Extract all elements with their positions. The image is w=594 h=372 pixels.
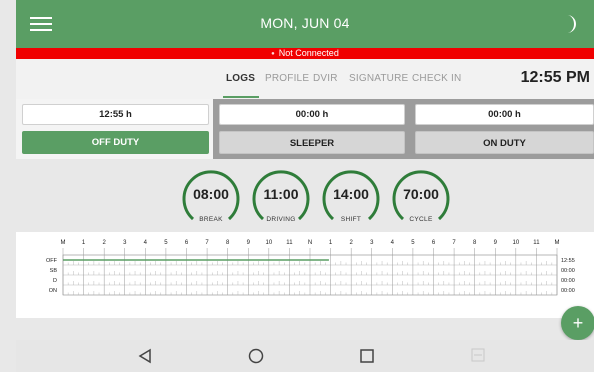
tab-dvir[interactable]: DVIR bbox=[313, 73, 338, 84]
hour-label: 8 bbox=[226, 240, 230, 246]
hours-gauges: 08:00 BREAK 11:00 DRIVING 14:00 SHIFT 70… bbox=[16, 159, 594, 232]
tab-profile[interactable]: PROFILE bbox=[265, 73, 309, 84]
connection-status-text: Not Connected bbox=[278, 48, 339, 58]
tab-logs[interactable]: LOGS bbox=[226, 73, 255, 84]
hour-label: 3 bbox=[370, 240, 374, 246]
break-gauge: 08:00 BREAK bbox=[179, 165, 243, 229]
hour-label: 2 bbox=[349, 240, 353, 246]
current-time: 12:55 PM bbox=[520, 69, 590, 86]
row-total: 00:00 bbox=[561, 278, 575, 284]
hour-label: 4 bbox=[144, 240, 148, 246]
hour-label: 1 bbox=[82, 240, 86, 246]
app-bar: MON, JUN 04 bbox=[16, 0, 594, 48]
log-graph: M 1 2 3 4 5 6 7 8 9 10 11 N 1 2 3 4 5 6 7 8 9 10 11 M OFF 12:55 SB 0… bbox=[16, 232, 594, 318]
date-title[interactable]: MON, JUN 04 bbox=[16, 15, 594, 31]
hour-label: 4 bbox=[391, 240, 395, 246]
hour-label: 2 bbox=[102, 240, 106, 246]
hour-label: N bbox=[308, 240, 312, 246]
add-button[interactable]: + bbox=[561, 306, 594, 340]
recents-icon[interactable] bbox=[359, 348, 375, 369]
hour-label: 9 bbox=[494, 240, 498, 246]
cycle-gauge: 70:00 CYCLE bbox=[389, 165, 453, 229]
row-total: 00:00 bbox=[561, 268, 575, 274]
back-icon[interactable] bbox=[138, 348, 152, 369]
sleeper-hours: 00:00 h bbox=[219, 104, 405, 125]
shift-gauge: 14:00 SHIFT bbox=[319, 165, 383, 229]
hour-label: 5 bbox=[411, 240, 415, 246]
row-total: 00:00 bbox=[561, 288, 575, 294]
on-duty-button[interactable]: ON DUTY bbox=[415, 131, 594, 154]
hour-label: 3 bbox=[123, 240, 127, 246]
hour-label: 11 bbox=[533, 240, 540, 246]
off-duty-panel: 12:55 h OFF DUTY bbox=[16, 99, 213, 159]
hour-label: 1 bbox=[329, 240, 333, 246]
hour-label: 7 bbox=[452, 240, 456, 246]
log-graph-svg: M 1 2 3 4 5 6 7 8 9 10 11 N 1 2 3 4 5 6 7 8 9 10 11 M OFF 12:55 SB 0… bbox=[46, 240, 575, 296]
connection-status: ● Not Connected bbox=[16, 48, 594, 59]
moon-icon[interactable] bbox=[560, 13, 580, 35]
off-duty-hours: 12:55 h bbox=[22, 104, 209, 125]
hour-label: 7 bbox=[205, 240, 209, 246]
gauge-label: SHIFT bbox=[340, 216, 362, 223]
system-nav-bar bbox=[16, 340, 594, 372]
row-label: SB bbox=[50, 268, 58, 274]
hour-label: 9 bbox=[247, 240, 251, 246]
hour-label: 6 bbox=[185, 240, 189, 246]
driving-gauge: 11:00 DRIVING bbox=[249, 165, 313, 229]
hour-label: 11 bbox=[286, 240, 293, 246]
keyboard-icon[interactable] bbox=[471, 348, 485, 367]
hour-label: 5 bbox=[164, 240, 168, 246]
home-icon[interactable] bbox=[248, 348, 264, 369]
hour-label: 6 bbox=[432, 240, 436, 246]
status-dot-icon: ● bbox=[271, 51, 275, 57]
gauge-value: 70:00 bbox=[403, 186, 439, 202]
gauge-value: 08:00 bbox=[193, 186, 229, 202]
hour-label: 10 bbox=[512, 240, 519, 246]
hour-label: M bbox=[61, 240, 66, 246]
gauge-value: 11:00 bbox=[263, 186, 299, 202]
hour-label: 10 bbox=[265, 240, 272, 246]
row-label: OFF bbox=[46, 258, 58, 264]
off-duty-button[interactable]: OFF DUTY bbox=[22, 131, 209, 154]
sleeper-button[interactable]: SLEEPER bbox=[219, 131, 405, 154]
gauge-label: BREAK bbox=[199, 216, 223, 223]
hour-label: 8 bbox=[473, 240, 477, 246]
row-total: 12:55 bbox=[561, 258, 575, 264]
hour-label: M bbox=[555, 240, 560, 246]
on-duty-hours: 00:00 h bbox=[415, 104, 594, 125]
tab-check-in[interactable]: CHECK IN bbox=[412, 73, 461, 84]
active-tab-indicator bbox=[223, 96, 259, 98]
row-label: ON bbox=[49, 288, 57, 294]
tab-bar: LOGS PROFILE DVIR SIGNATURE CHECK IN 12:… bbox=[16, 59, 594, 99]
gauge-label: DRIVING bbox=[266, 216, 296, 223]
gauge-label: CYCLE bbox=[409, 216, 433, 223]
duty-panel: 00:00 h SLEEPER 00:00 h ON DUTY bbox=[213, 99, 594, 159]
gauge-value: 14:00 bbox=[333, 186, 369, 202]
tab-signature[interactable]: SIGNATURE bbox=[349, 73, 408, 84]
row-label: D bbox=[53, 278, 57, 284]
